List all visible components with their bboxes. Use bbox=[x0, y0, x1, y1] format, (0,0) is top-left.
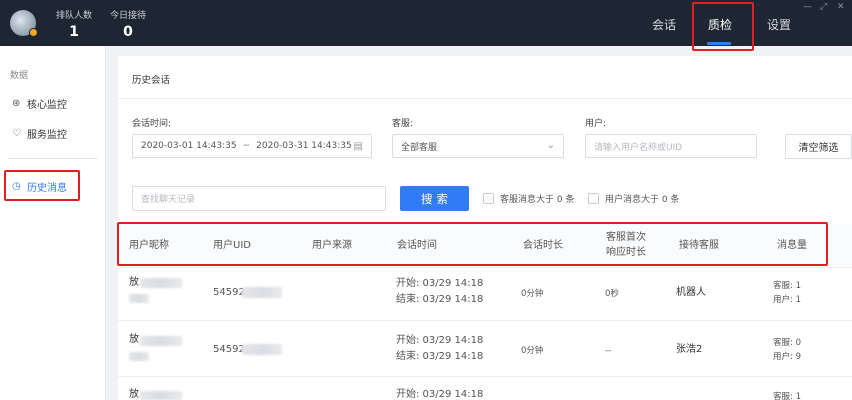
title-divider bbox=[118, 98, 852, 99]
row-agent-msgs: 客服: 1 bbox=[773, 392, 801, 400]
row-divider bbox=[118, 376, 852, 377]
row-user-msgs: 用户: 9 bbox=[773, 352, 801, 362]
checkbox-box[interactable] bbox=[588, 193, 599, 204]
agent-label: 客服: bbox=[392, 119, 414, 129]
today-stat: 今日接待 0 bbox=[110, 8, 146, 40]
user-search-input[interactable]: 请输入用户名称或UID bbox=[585, 134, 757, 158]
user-msg-checkbox-label: 用户消息大于 0 条 bbox=[605, 195, 680, 205]
avatar[interactable] bbox=[10, 10, 38, 37]
redacted-nick-2 bbox=[129, 352, 149, 361]
col-first-response: 客服首次 响应时长 bbox=[606, 230, 646, 260]
row-uid: 54592 bbox=[213, 344, 245, 355]
col-agent: 接待客服 bbox=[679, 240, 719, 251]
sidebar-item-core-monitor[interactable]: ⊛ 核心监控 bbox=[12, 96, 67, 111]
agent-msg-checkbox-label: 客服消息大于 0 条 bbox=[500, 195, 575, 205]
row-agent-msgs: 客服: 1 bbox=[773, 281, 801, 291]
col-first-response-line2: 响应时长 bbox=[606, 247, 646, 258]
row-duration: 0分钟 bbox=[521, 346, 544, 356]
nav-settings[interactable]: 设置 bbox=[767, 16, 791, 33]
row-end-time: 结束: 03/29 14:18 bbox=[396, 351, 484, 362]
row-end-time: 结束: 03/29 14:18 bbox=[396, 294, 484, 305]
sidebar-divider bbox=[8, 158, 98, 159]
top-bar: 排队人数 1 今日接待 0 会话 质检 设置 — ⤢ ✕ bbox=[0, 0, 852, 46]
user-label: 用户: bbox=[585, 119, 607, 129]
main-panel: 历史会话 会话时间: 2020-03-01 14:43:35 ~ 2020-03… bbox=[118, 56, 852, 400]
col-duration: 会话时长 bbox=[523, 240, 563, 251]
redacted-nick bbox=[140, 278, 182, 288]
queue-value: 1 bbox=[69, 24, 79, 40]
clear-filters-button[interactable]: 清空筛选 bbox=[785, 134, 852, 159]
col-session-time: 会话时间 bbox=[397, 240, 437, 251]
queue-stat: 排队人数 1 bbox=[56, 8, 92, 40]
row-nick: 放 bbox=[129, 277, 139, 288]
chevron-down-icon: ⌄ bbox=[546, 140, 555, 151]
chat-search-input[interactable]: 查找聊天记录 bbox=[132, 186, 386, 211]
row-divider bbox=[118, 320, 852, 321]
agent-select-value: 全部客服 bbox=[401, 142, 438, 153]
page-title: 历史会话 bbox=[132, 75, 171, 86]
sidebar-item-label: 服务监控 bbox=[27, 130, 67, 141]
row-first-response: -- bbox=[605, 346, 612, 356]
date-separator: ~ bbox=[242, 141, 251, 151]
row-nick: 放 bbox=[129, 389, 139, 400]
col-nickname: 用户昵称 bbox=[129, 240, 169, 251]
session-time-label: 会话时间: bbox=[132, 119, 172, 129]
sidebar-item-service-monitor[interactable]: ♡ 服务监控 bbox=[12, 126, 67, 141]
row-nick: 放 bbox=[129, 334, 139, 345]
calendar-icon: ▤ bbox=[353, 141, 363, 152]
col-uid: 用户UID bbox=[213, 240, 251, 251]
redacted-nick-2 bbox=[129, 294, 149, 303]
nav-active-indicator bbox=[707, 42, 731, 45]
search-button[interactable]: 搜索 bbox=[400, 186, 469, 211]
status-dot bbox=[29, 28, 38, 37]
redacted-nick bbox=[140, 391, 182, 400]
row-first-response: 0秒 bbox=[605, 289, 619, 299]
row-start-time: 开始: 03/29 14:18 bbox=[396, 389, 484, 400]
user-msg-checkbox[interactable]: 用户消息大于 0 条 bbox=[588, 192, 679, 205]
nav-quality[interactable]: 质检 bbox=[708, 16, 732, 33]
row-user-msgs: 用户: 1 bbox=[773, 295, 801, 305]
sidebar: 数据 ⊛ 核心监控 ♡ 服务监控 ◷ 历史消息 bbox=[0, 46, 106, 400]
col-msg-count: 消息量 bbox=[777, 240, 807, 251]
minimize-icon[interactable]: — bbox=[803, 2, 812, 12]
sidebar-item-history[interactable]: ◷ 历史消息 bbox=[12, 179, 67, 194]
row-start-time: 开始: 03/29 14:18 bbox=[396, 278, 484, 289]
agent-msg-checkbox[interactable]: 客服消息大于 0 条 bbox=[483, 192, 574, 205]
sidebar-section-data: 数据 bbox=[10, 71, 29, 81]
col-source: 用户来源 bbox=[312, 240, 352, 251]
service-icon: ♡ bbox=[12, 128, 21, 139]
queue-label: 排队人数 bbox=[56, 11, 93, 21]
nav-session[interactable]: 会话 bbox=[652, 16, 676, 33]
today-value: 0 bbox=[123, 24, 133, 40]
redacted-uid bbox=[242, 287, 282, 298]
date-start: 2020-03-01 14:43:35 bbox=[141, 141, 237, 151]
date-end: 2020-03-31 14:43:35 bbox=[256, 141, 352, 151]
clock-icon: ◷ bbox=[12, 181, 21, 192]
row-agent: 张浩2 bbox=[676, 344, 703, 355]
row-duration: 0分钟 bbox=[521, 289, 544, 299]
col-first-response-line1: 客服首次 bbox=[606, 232, 646, 243]
dashboard-icon: ⊛ bbox=[12, 98, 21, 109]
row-uid: 54592 bbox=[213, 287, 245, 298]
today-label: 今日接待 bbox=[110, 11, 147, 21]
sidebar-item-label: 历史消息 bbox=[27, 183, 67, 194]
row-agent: 机器人 bbox=[676, 287, 706, 298]
sidebar-item-label: 核心监控 bbox=[27, 100, 67, 111]
date-range-picker[interactable]: 2020-03-01 14:43:35 ~ 2020-03-31 14:43:3… bbox=[132, 134, 372, 158]
checkbox-box[interactable] bbox=[483, 193, 494, 204]
agent-select[interactable]: 全部客服 ⌄ bbox=[392, 134, 564, 158]
maximize-icon[interactable]: ⤢ bbox=[820, 2, 827, 12]
row-agent-msgs: 客服: 0 bbox=[773, 338, 801, 348]
row-start-time: 开始: 03/29 14:18 bbox=[396, 335, 484, 346]
close-icon[interactable]: ✕ bbox=[837, 2, 845, 12]
redacted-nick bbox=[140, 336, 182, 346]
redacted-uid bbox=[242, 344, 282, 355]
